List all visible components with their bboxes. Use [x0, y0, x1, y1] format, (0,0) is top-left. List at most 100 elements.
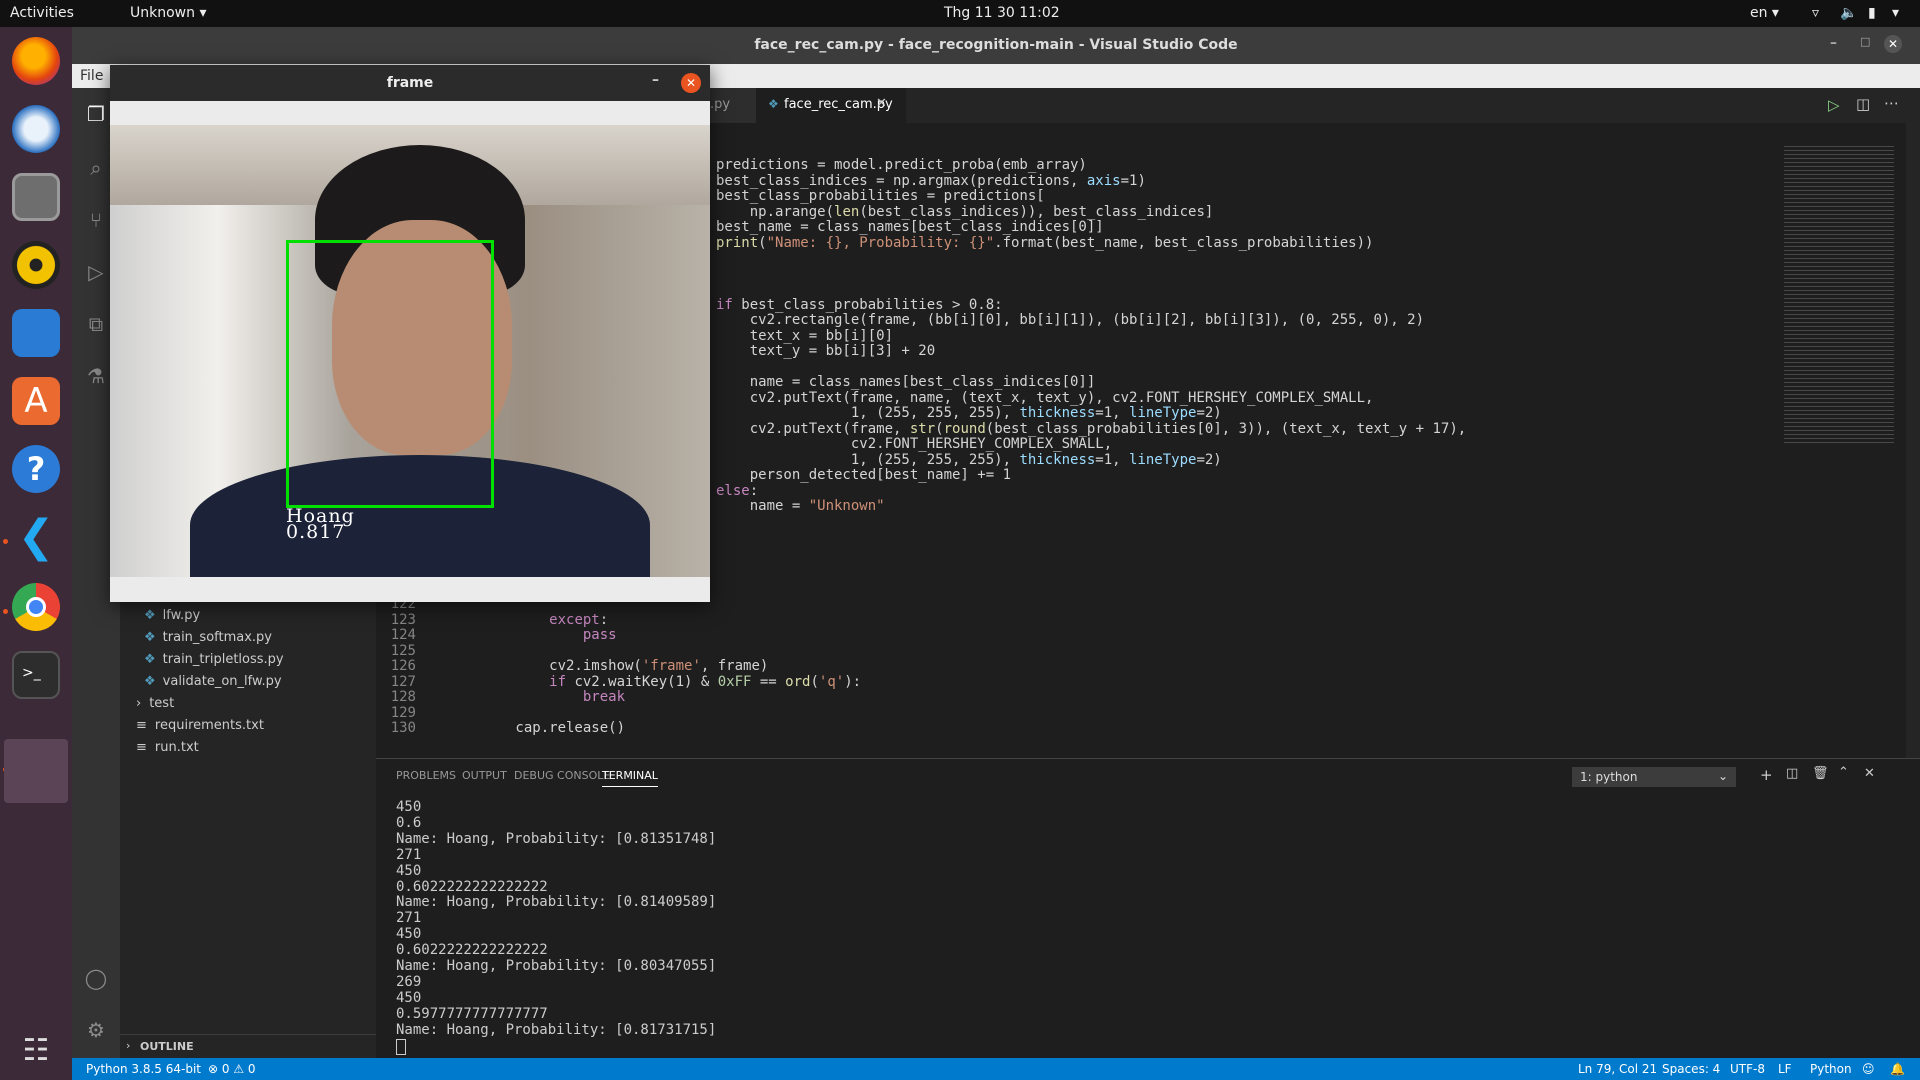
frame-app-icon[interactable]	[4, 739, 68, 803]
extensions-icon[interactable]: ⧉	[84, 312, 108, 336]
language-indicator[interactable]: en ▾	[1750, 5, 1779, 21]
panel-tab-output[interactable]: OUTPUT	[462, 769, 507, 782]
split-terminal-icon[interactable]: ◫	[1786, 766, 1798, 781]
close-panel-icon[interactable]: ✕	[1864, 766, 1875, 781]
testing-icon[interactable]: ⚗	[84, 364, 108, 388]
frame-title-bar[interactable]: frame – ✕	[110, 65, 710, 101]
file-item[interactable]: ❖ validate_on_lfw.py	[144, 674, 282, 689]
file-label: train_softmax.py	[162, 630, 272, 645]
explorer-icon[interactable]: ❐	[84, 102, 108, 126]
line-number: 123	[390, 611, 416, 628]
notifications-bell-icon[interactable]: 🔔	[1890, 1062, 1905, 1076]
frame-minimize-icon[interactable]: –	[652, 72, 659, 88]
terminal-cursor	[396, 1039, 406, 1055]
software-center-icon[interactable]: A	[12, 377, 60, 425]
vscode-title-bar: face_rec_cam.py - face_recognition-main …	[72, 27, 1920, 64]
terminal-select[interactable]: 1: python ⌄	[1572, 767, 1736, 787]
minimize-icon[interactable]: –	[1830, 35, 1837, 51]
search-icon[interactable]: ⌕	[84, 156, 108, 180]
terminal-line: 450	[396, 799, 422, 815]
gnome-top-bar: Activities Unknown ▾ Thg 11 30 11:02 en …	[0, 0, 1920, 27]
file-item[interactable]: ≡ requirements.txt	[136, 718, 264, 733]
rhythmbox-icon[interactable]	[12, 241, 60, 289]
code-line[interactable]: person_detected[best_name] += 1	[716, 467, 1011, 486]
close-icon[interactable]: ✕	[1884, 35, 1902, 53]
panel-tab-terminal[interactable]: TERMINAL	[602, 769, 658, 787]
line-number: 125	[390, 642, 416, 659]
help-icon[interactable]: ?	[12, 445, 60, 493]
more-actions-icon[interactable]: ⋯	[1884, 94, 1899, 112]
activities-button[interactable]: Activities	[10, 5, 74, 21]
run-debug-icon[interactable]: ▷	[84, 260, 108, 284]
code-line[interactable]: break	[448, 689, 625, 708]
settings-gear-icon[interactable]: ⚙	[84, 1018, 108, 1042]
file-label: train_tripletloss.py	[162, 652, 284, 667]
terminal-icon[interactable]: >_	[12, 651, 60, 699]
tab-close-icon[interactable]: ✕	[876, 96, 887, 111]
vscode-icon[interactable]: ❮	[12, 513, 60, 561]
maximize-panel-icon[interactable]: ⌃	[1838, 765, 1849, 780]
language-mode[interactable]: Python	[1810, 1062, 1852, 1076]
terminal-line: Name: Hoang, Probability: [0.81351748]	[396, 830, 717, 847]
files-icon[interactable]	[12, 173, 60, 221]
outline-section[interactable]: › OUTLINE	[120, 1034, 376, 1059]
file-item[interactable]: › test	[136, 696, 174, 711]
python-interpreter[interactable]: Python 3.8.5 64-bit	[86, 1062, 201, 1076]
code-line[interactable]: cap.release()	[448, 720, 625, 739]
system-menu-chevron-icon[interactable]: ▾	[1892, 5, 1899, 21]
file-item[interactable]: ❖ train_tripletloss.py	[144, 652, 284, 667]
dock: A ? ❮ >_ ☷	[0, 27, 72, 1080]
split-editor-icon[interactable]: ◫	[1856, 95, 1870, 113]
problems-count[interactable]: ⊗ 0 ⚠ 0	[208, 1062, 256, 1076]
encoding[interactable]: UTF-8	[1730, 1062, 1765, 1076]
panel-tab-debug-console[interactable]: DEBUG CONSOLE	[514, 769, 610, 782]
code-line[interactable]: pass	[448, 627, 617, 646]
eol[interactable]: LF	[1778, 1062, 1792, 1076]
minimap[interactable]	[1784, 143, 1894, 443]
frame-window[interactable]: frame – ✕ Hoang 0.817	[110, 65, 710, 602]
code-line[interactable]: text_y = bb[i][3] + 20	[716, 343, 935, 362]
line-number: 124	[390, 627, 416, 643]
tab-face-rec-cam[interactable]: ❖ face_rec_cam.py ✕	[756, 88, 906, 123]
thunderbird-icon[interactable]	[12, 105, 60, 153]
maximize-icon[interactable]: □	[1860, 35, 1870, 48]
terminal-line: 450	[396, 989, 422, 1006]
cursor-position[interactable]: Ln 79, Col 21	[1578, 1062, 1657, 1076]
new-terminal-icon[interactable]: +	[1760, 766, 1773, 784]
volume-icon[interactable]: 🔈	[1840, 5, 1857, 21]
python-file-icon: ❖	[144, 630, 156, 645]
code-block-lower: except: pass cv2.imshow('frame', frame) …	[448, 596, 1488, 758]
file-label: validate_on_lfw.py	[162, 674, 282, 689]
clock[interactable]: Thg 11 30 11:02	[944, 5, 1060, 21]
frame-close-icon[interactable]: ✕	[681, 73, 701, 93]
show-applications-icon[interactable]: ☷	[12, 1027, 60, 1075]
account-icon[interactable]: ◯	[84, 966, 108, 990]
terminal-line: 0.6022222222222222	[396, 942, 548, 959]
code-line[interactable]: name = "Unknown"	[716, 498, 885, 517]
feedback-icon[interactable]: ☺	[1862, 1062, 1875, 1076]
menu-file[interactable]: File	[80, 68, 103, 84]
file-item[interactable]: ❖ lfw.py	[144, 608, 200, 623]
source-control-icon[interactable]: ⑂	[84, 208, 108, 232]
text-file-icon: ≡	[136, 718, 147, 733]
text-file-icon: ≡	[136, 740, 147, 755]
battery-icon[interactable]: ▮	[1868, 5, 1876, 21]
frame-title: frame	[386, 75, 434, 91]
line-number: 130	[390, 720, 416, 736]
terminal-output[interactable]: 450 0.6 Name: Hoang, Probability: [0.81351…	[376, 799, 1876, 1055]
panel-tab-problems[interactable]: PROBLEMS	[396, 769, 456, 782]
writer-icon[interactable]	[12, 309, 60, 357]
file-item[interactable]: ≡ run.txt	[136, 740, 199, 755]
code-line[interactable]: print("Name: {}, Probability: {}".format…	[716, 235, 1373, 254]
file-label: run.txt	[154, 740, 199, 755]
chrome-icon[interactable]	[12, 583, 60, 631]
firefox-icon[interactable]	[12, 37, 60, 85]
file-item[interactable]: ❖ train_softmax.py	[144, 630, 272, 645]
wifi-icon[interactable]: ▿	[1812, 5, 1819, 21]
indentation[interactable]: Spaces: 4	[1662, 1062, 1720, 1076]
file-label: requirements.txt	[154, 718, 264, 733]
app-menu[interactable]: Unknown ▾	[130, 5, 206, 21]
trash-icon[interactable]: 🗑	[1812, 766, 1829, 781]
editor-scrollbar[interactable]	[1906, 123, 1920, 758]
run-file-icon[interactable]: ▷	[1828, 96, 1840, 114]
